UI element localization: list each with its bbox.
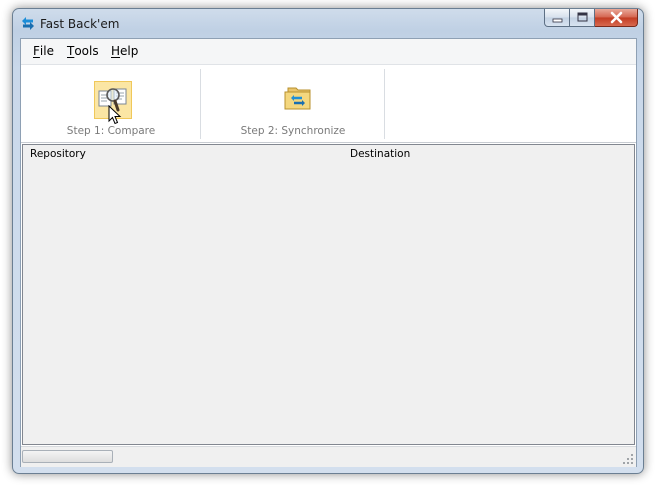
menu-file-mnemonic: F: [33, 44, 40, 58]
close-icon: [610, 11, 623, 24]
maximize-button[interactable]: [570, 9, 595, 27]
menu-file[interactable]: File: [33, 44, 54, 58]
column-header-repository[interactable]: Repository: [30, 148, 86, 160]
close-button[interactable]: [595, 9, 638, 27]
sync-arrows-icon: [22, 17, 34, 30]
menu-tools[interactable]: Tools: [67, 44, 99, 58]
toolbar: Step 1: Compare Step 2: Synchronize: [21, 65, 636, 143]
synchronize-label: Step 2: Synchronize: [240, 125, 346, 137]
menu-bar: File Tools Help: [21, 39, 636, 65]
mouse-pointer-icon: [108, 105, 122, 125]
menu-tools-rest: ools: [74, 44, 99, 58]
app-window: Fast Back'em File Tools Help Step 1: Com…: [12, 8, 644, 474]
progress-bar: [22, 450, 113, 463]
menu-help-mnemonic: H: [111, 44, 121, 58]
compare-button[interactable]: Step 1: Compare: [21, 65, 201, 141]
menu-tools-mnemonic: T: [67, 44, 75, 58]
caption-buttons: [544, 9, 638, 29]
menu-help-rest: elp: [120, 44, 139, 58]
status-bar: [21, 446, 636, 467]
title-bar[interactable]: Fast Back'em: [13, 9, 643, 37]
minimize-button[interactable]: [544, 9, 570, 27]
toolbar-separator: [384, 69, 385, 139]
window-title: Fast Back'em: [40, 17, 120, 31]
column-header-destination[interactable]: Destination: [350, 148, 410, 160]
compare-label: Step 1: Compare: [66, 125, 156, 137]
resize-grip-icon[interactable]: [622, 453, 634, 465]
client-area: File Tools Help Step 1: Compare Step 2: …: [20, 38, 637, 467]
maximize-icon: [577, 12, 588, 22]
menu-file-rest: ile: [39, 44, 54, 58]
minimize-icon: [552, 18, 563, 23]
menu-help[interactable]: Help: [111, 44, 138, 58]
file-list[interactable]: Repository Destination: [22, 144, 635, 445]
folder-sync-icon: [284, 87, 311, 110]
